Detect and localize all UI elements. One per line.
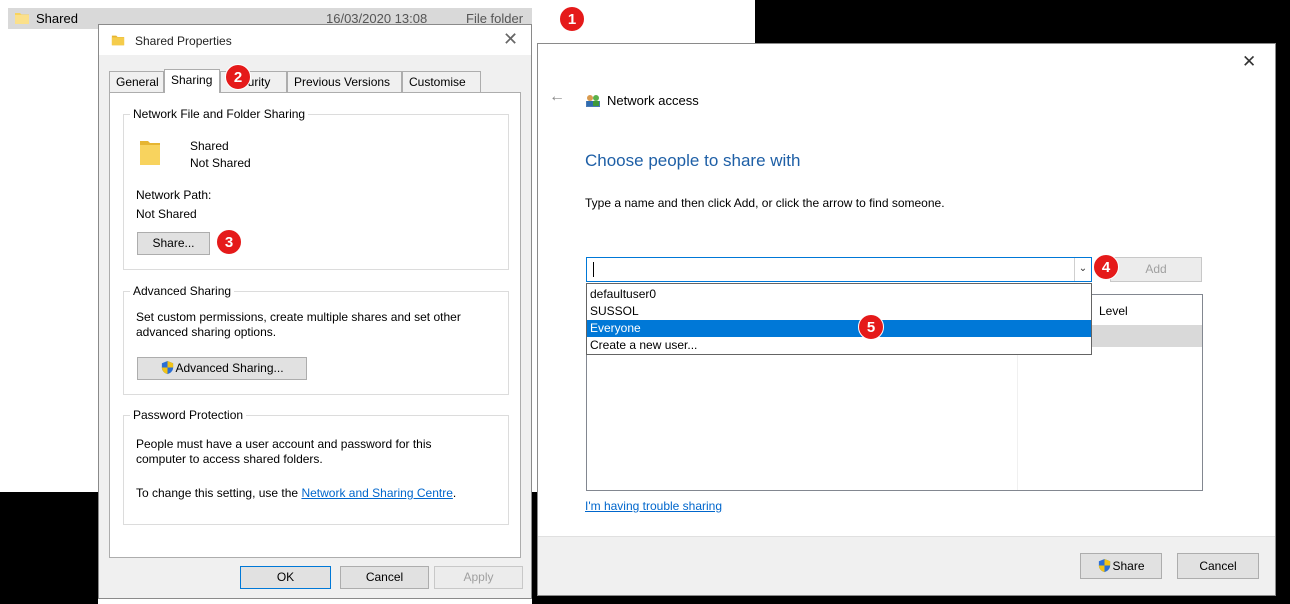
properties-title: Shared Properties: [135, 34, 232, 48]
tab-general[interactable]: General: [109, 71, 164, 92]
sharing-tab-panel: Network File and Folder Sharing Shared N…: [109, 92, 521, 558]
password-protection-text: People must have a user account and pass…: [136, 437, 432, 451]
chevron-down-icon[interactable]: ⌄: [1074, 258, 1091, 281]
callout-badge-3: 3: [216, 229, 242, 255]
dropdown-option[interactable]: defaultuser0: [587, 286, 1091, 303]
window-title: Network access: [607, 93, 699, 108]
advanced-sharing-button-label: Advanced Sharing...: [175, 361, 284, 375]
user-dropdown-list: defaultuser0 SUSSOL Everyone Create a ne…: [586, 283, 1092, 355]
share-confirm-button[interactable]: Share: [1080, 553, 1162, 579]
file-name: Shared: [36, 11, 78, 26]
callout-badge-2: 2: [225, 64, 251, 90]
callout-badge-4: 4: [1093, 254, 1119, 280]
list-row[interactable]: [1092, 325, 1202, 347]
ok-button[interactable]: OK: [240, 566, 331, 589]
tab-sharing[interactable]: Sharing: [164, 69, 220, 93]
cancel-button[interactable]: Cancel: [340, 566, 429, 589]
network-path-label: Network Path:: [136, 188, 212, 202]
cancel-button[interactable]: Cancel: [1177, 553, 1259, 579]
network-sharing-label: Network File and Folder Sharing: [130, 107, 309, 121]
advanced-sharing-description-2: advanced sharing options.: [136, 325, 277, 339]
back-arrow-icon[interactable]: ←: [549, 88, 565, 106]
properties-dialog: Shared Properties ✕ General Sharing Secu…: [98, 24, 532, 599]
hint-prefix: To change this setting, use the: [136, 486, 302, 500]
advanced-sharing-description: Set custom permissions, create multiple …: [136, 310, 461, 324]
password-protection-hint: To change this setting, use the Network …: [136, 486, 456, 500]
advanced-sharing-label: Advanced Sharing: [130, 284, 235, 298]
page-heading: Choose people to share with: [585, 151, 801, 170]
password-protection-label: Password Protection: [130, 408, 247, 422]
share-button[interactable]: Share...: [137, 232, 210, 255]
network-path-value: Not Shared: [136, 207, 197, 221]
callout-badge-1: 1: [559, 6, 585, 32]
folder-icon: [111, 33, 125, 50]
folder-name: Shared: [190, 139, 229, 153]
callout-badge-5: 5: [858, 314, 884, 340]
tab-previous-versions[interactable]: Previous Versions: [287, 71, 402, 92]
permission-level-header[interactable]: Level: [1099, 304, 1128, 318]
shield-icon: [160, 360, 175, 382]
folder-icon: [14, 10, 30, 29]
instruction-text: Type a name and then click Add, or click…: [585, 196, 945, 210]
background-block-top-right: [755, 0, 1290, 43]
share-button-label: Share: [1112, 559, 1145, 573]
background-block-bottom-strip: [538, 596, 1290, 604]
close-icon[interactable]: ✕: [503, 29, 518, 50]
network-access-dialog: ✕ ← Network access Choose people to shar…: [537, 43, 1276, 596]
background-block-bottom-right: [1276, 43, 1290, 604]
password-protection-group: Password Protection People must have a u…: [123, 408, 509, 525]
network-sharing-centre-link[interactable]: Network and Sharing Centre: [301, 486, 452, 500]
dropdown-option[interactable]: Create a new user...: [587, 337, 1091, 354]
text-caret: [593, 262, 594, 277]
sharing-status: Not Shared: [190, 156, 251, 170]
background-block-bottom-left: [0, 492, 98, 604]
close-icon[interactable]: ✕: [1242, 52, 1256, 72]
password-protection-text-2: computer to access shared folders.: [136, 452, 323, 466]
shield-icon: [1097, 557, 1112, 581]
network-users-icon: [585, 92, 601, 111]
dialog-footer: Share Cancel: [538, 536, 1275, 595]
dropdown-option-selected[interactable]: Everyone: [587, 320, 1091, 337]
advanced-sharing-group: Advanced Sharing Set custom permissions,…: [123, 284, 509, 395]
hint-suffix: .: [452, 486, 457, 500]
tab-customise[interactable]: Customise: [402, 71, 481, 92]
dropdown-option[interactable]: SUSSOL: [587, 303, 1091, 320]
apply-button[interactable]: Apply: [434, 566, 523, 589]
network-sharing-group: Network File and Folder Sharing Shared N…: [123, 107, 509, 270]
advanced-sharing-button[interactable]: Advanced Sharing...: [137, 357, 307, 380]
add-button[interactable]: Add: [1110, 257, 1202, 282]
trouble-sharing-link[interactable]: I'm having trouble sharing: [585, 499, 722, 513]
user-name-combobox[interactable]: ⌄: [586, 257, 1092, 282]
folder-icon: [138, 137, 162, 170]
